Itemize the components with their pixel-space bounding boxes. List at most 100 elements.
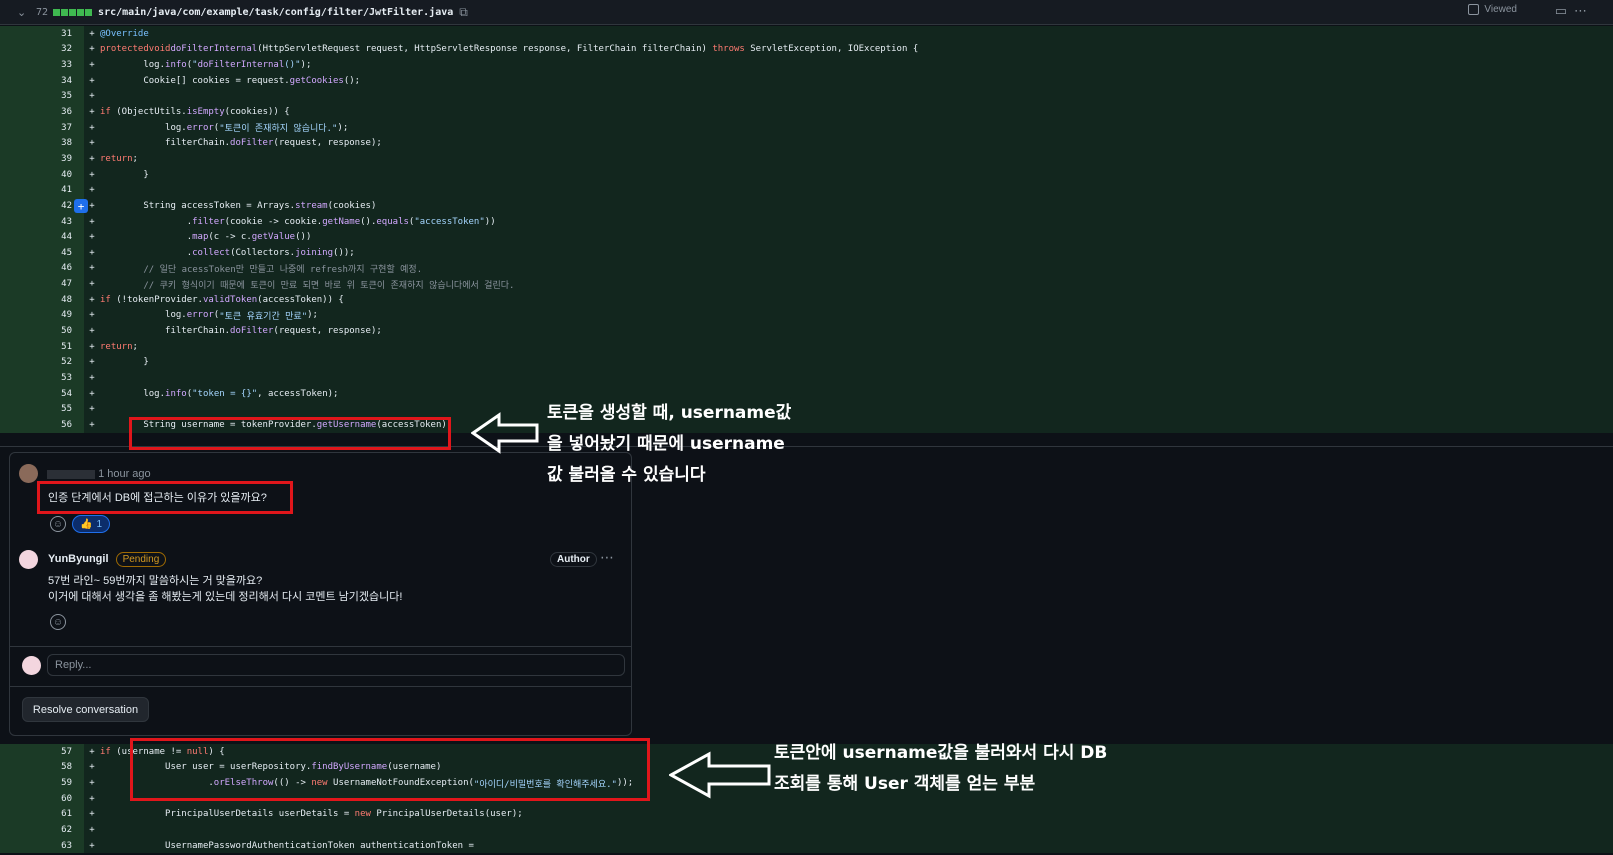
line-number[interactable]: 47 bbox=[0, 276, 72, 292]
line-number[interactable]: 34 bbox=[0, 72, 72, 89]
line-number[interactable]: 46 bbox=[0, 260, 72, 277]
avatar[interactable] bbox=[19, 550, 38, 569]
add-reaction-icon[interactable]: ☺ bbox=[50, 614, 66, 630]
line-gutter bbox=[72, 790, 84, 807]
diff-line[interactable]: 44 + . map (c -> c. getValue()) bbox=[0, 229, 1613, 245]
comment-icon[interactable]: ▭ bbox=[1555, 3, 1567, 19]
diff-line[interactable]: 63 + UsernamePasswordAuthenticationToken … bbox=[0, 837, 1613, 854]
more-options-icon[interactable]: ⋯ bbox=[600, 549, 614, 566]
viewed-label: Viewed bbox=[1484, 4, 1517, 15]
reaction-count: 1 bbox=[96, 518, 103, 530]
author-badge: Author bbox=[550, 552, 597, 567]
diff-line[interactable]: 47 + // 쿠키 형식이기 때문에 토큰이 만료 되면 바로 위 토큰이 존재… bbox=[0, 276, 1613, 292]
diff-line[interactable]: 36 + if (ObjectUtils. isEmpty (cookies)) { bbox=[0, 104, 1613, 120]
diff-line[interactable]: 49 + log. error("토큰 유효기간 만료"); bbox=[0, 307, 1613, 324]
line-gutter bbox=[72, 41, 84, 58]
diff-line[interactable]: 62 + bbox=[0, 822, 1613, 838]
diff-line[interactable]: 51 + return; bbox=[0, 338, 1613, 355]
line-gutter bbox=[72, 104, 84, 120]
line-number[interactable]: 51 bbox=[0, 338, 72, 355]
line-number[interactable]: 52 bbox=[0, 354, 72, 371]
code-text: filterChain. doFilter (request, response); bbox=[100, 135, 1613, 152]
line-number[interactable]: 57 bbox=[0, 744, 72, 760]
code-text: PrincipalUserDetails userDetails = new P… bbox=[100, 806, 1613, 823]
viewed-checkbox[interactable]: Viewed bbox=[1468, 4, 1517, 15]
line-number[interactable]: 44 bbox=[0, 229, 72, 245]
add-reaction-icon[interactable]: ☺ bbox=[50, 516, 66, 532]
line-number[interactable]: 39 bbox=[0, 151, 72, 167]
diff-line[interactable]: 40 + } bbox=[0, 166, 1613, 183]
line-number[interactable]: 35 bbox=[0, 88, 72, 105]
line-number[interactable]: 54 bbox=[0, 385, 72, 402]
diff-line[interactable]: 33 + log. info("doFilterInternal()"); bbox=[0, 57, 1613, 73]
line-number[interactable]: 37 bbox=[0, 119, 72, 136]
code-text: if (ObjectUtils. isEmpty (cookies)) { bbox=[100, 104, 1613, 120]
added-sign: + bbox=[84, 385, 100, 402]
diff-line[interactable]: 34 + Cookie[] cookies = request. getCookie… bbox=[0, 72, 1613, 89]
line-number[interactable]: 61 bbox=[0, 806, 72, 823]
line-number[interactable]: 41 bbox=[0, 182, 72, 199]
diff-line[interactable]: 42 + String accessToken = Arrays. stream (c… bbox=[0, 198, 1613, 214]
diff-line[interactable]: 35 + bbox=[0, 88, 1613, 105]
line-number[interactable]: 40 bbox=[0, 166, 72, 183]
diff-line[interactable]: 61 + PrincipalUserDetails userDetails = n… bbox=[0, 806, 1613, 823]
line-number[interactable]: 55 bbox=[0, 401, 72, 418]
code-text: . map (c -> c. getValue()) bbox=[100, 229, 1613, 245]
reply-input[interactable]: Reply... bbox=[47, 654, 625, 676]
diff-line[interactable]: 50 + filterChain. doFilter (request, respon… bbox=[0, 323, 1613, 339]
line-number[interactable]: 62 bbox=[0, 822, 72, 838]
line-gutter bbox=[72, 229, 84, 245]
diff-line[interactable]: 37 + log. error("토큰이 존재하지 않습니다."); bbox=[0, 119, 1613, 136]
added-sign: + bbox=[84, 57, 100, 73]
code-text: log. info("token = {}", accessToken); bbox=[100, 385, 1613, 402]
more-options-icon[interactable]: ⋯ bbox=[1574, 3, 1587, 19]
line-number[interactable]: 42 bbox=[0, 198, 72, 214]
line-number[interactable]: 31 bbox=[0, 26, 72, 42]
diff-line[interactable]: 31 + @Override bbox=[0, 26, 1613, 42]
diff-line[interactable]: 38 + filterChain. doFilter (request, respon… bbox=[0, 135, 1613, 152]
file-path[interactable]: src/main/java/com/example/task/config/fi… bbox=[98, 7, 453, 18]
line-number[interactable]: 49 bbox=[0, 307, 72, 324]
line-number[interactable]: 58 bbox=[0, 759, 72, 776]
line-number[interactable]: 48 bbox=[0, 291, 72, 308]
added-sign: + bbox=[84, 229, 100, 245]
reaction-thumbs-up[interactable]: 👍 1 bbox=[72, 515, 111, 533]
diff-line[interactable]: 43 + . filter (cookie -> cookie. getName (). e… bbox=[0, 213, 1613, 230]
diff-line[interactable]: 32 + protected void doFilterInternal (Http… bbox=[0, 41, 1613, 58]
line-number[interactable]: 45 bbox=[0, 244, 72, 261]
avatar[interactable] bbox=[19, 464, 38, 483]
line-number[interactable]: 38 bbox=[0, 135, 72, 152]
comment-author[interactable]: YunByungil bbox=[48, 553, 109, 565]
diff-line[interactable]: 54 + log. info("token = {}", accessToken); bbox=[0, 385, 1613, 402]
diff-line[interactable]: 39 + return; bbox=[0, 151, 1613, 167]
note-line: 값 불러올 수 있습니다 bbox=[547, 465, 706, 485]
diff-line[interactable]: 48 + if (!tokenProvider. validToken (access… bbox=[0, 291, 1613, 308]
diff-line[interactable]: 52 + } bbox=[0, 354, 1613, 371]
diff-line[interactable]: 45 + . collect (Collectors. joining ()); bbox=[0, 244, 1613, 261]
add-comment-button[interactable]: + bbox=[74, 199, 88, 214]
line-number[interactable]: 63 bbox=[0, 837, 72, 854]
line-number[interactable]: 36 bbox=[0, 104, 72, 120]
diff-line[interactable]: 41 + bbox=[0, 182, 1613, 199]
line-number[interactable]: 56 bbox=[0, 417, 72, 433]
line-number[interactable]: 59 bbox=[0, 775, 72, 791]
line-number[interactable]: 60 bbox=[0, 790, 72, 807]
line-gutter bbox=[72, 72, 84, 89]
line-gutter bbox=[72, 323, 84, 339]
diff-line[interactable]: 46 + // 일단 acessToken만 만들고 나중에 refresh까지 … bbox=[0, 260, 1613, 277]
line-number[interactable]: 43 bbox=[0, 213, 72, 230]
code-text bbox=[100, 182, 1613, 199]
chevron-down-icon[interactable]: ⌄ bbox=[17, 6, 29, 19]
copy-icon[interactable]: ⧉ bbox=[459, 5, 468, 20]
resolve-conversation-button[interactable]: Resolve conversation bbox=[22, 697, 149, 722]
added-sign: + bbox=[84, 790, 100, 807]
diff-line[interactable]: 53 + bbox=[0, 370, 1613, 386]
diff-line[interactable]: 55 + bbox=[0, 401, 1613, 418]
line-number[interactable]: 33 bbox=[0, 57, 72, 73]
line-number[interactable]: 32 bbox=[0, 41, 72, 58]
comment-body: 57번 라인~ 59번까지 말씀하시는 거 맞을까요? 이거에 대해서 생각을 … bbox=[48, 573, 402, 605]
comment-time[interactable]: 1 hour ago bbox=[98, 468, 151, 480]
line-number[interactable]: 50 bbox=[0, 323, 72, 339]
code-text: // 쿠키 형식이기 때문에 토큰이 만료 되면 바로 위 토큰이 존재하지 않… bbox=[100, 276, 1613, 292]
line-number[interactable]: 53 bbox=[0, 370, 72, 386]
